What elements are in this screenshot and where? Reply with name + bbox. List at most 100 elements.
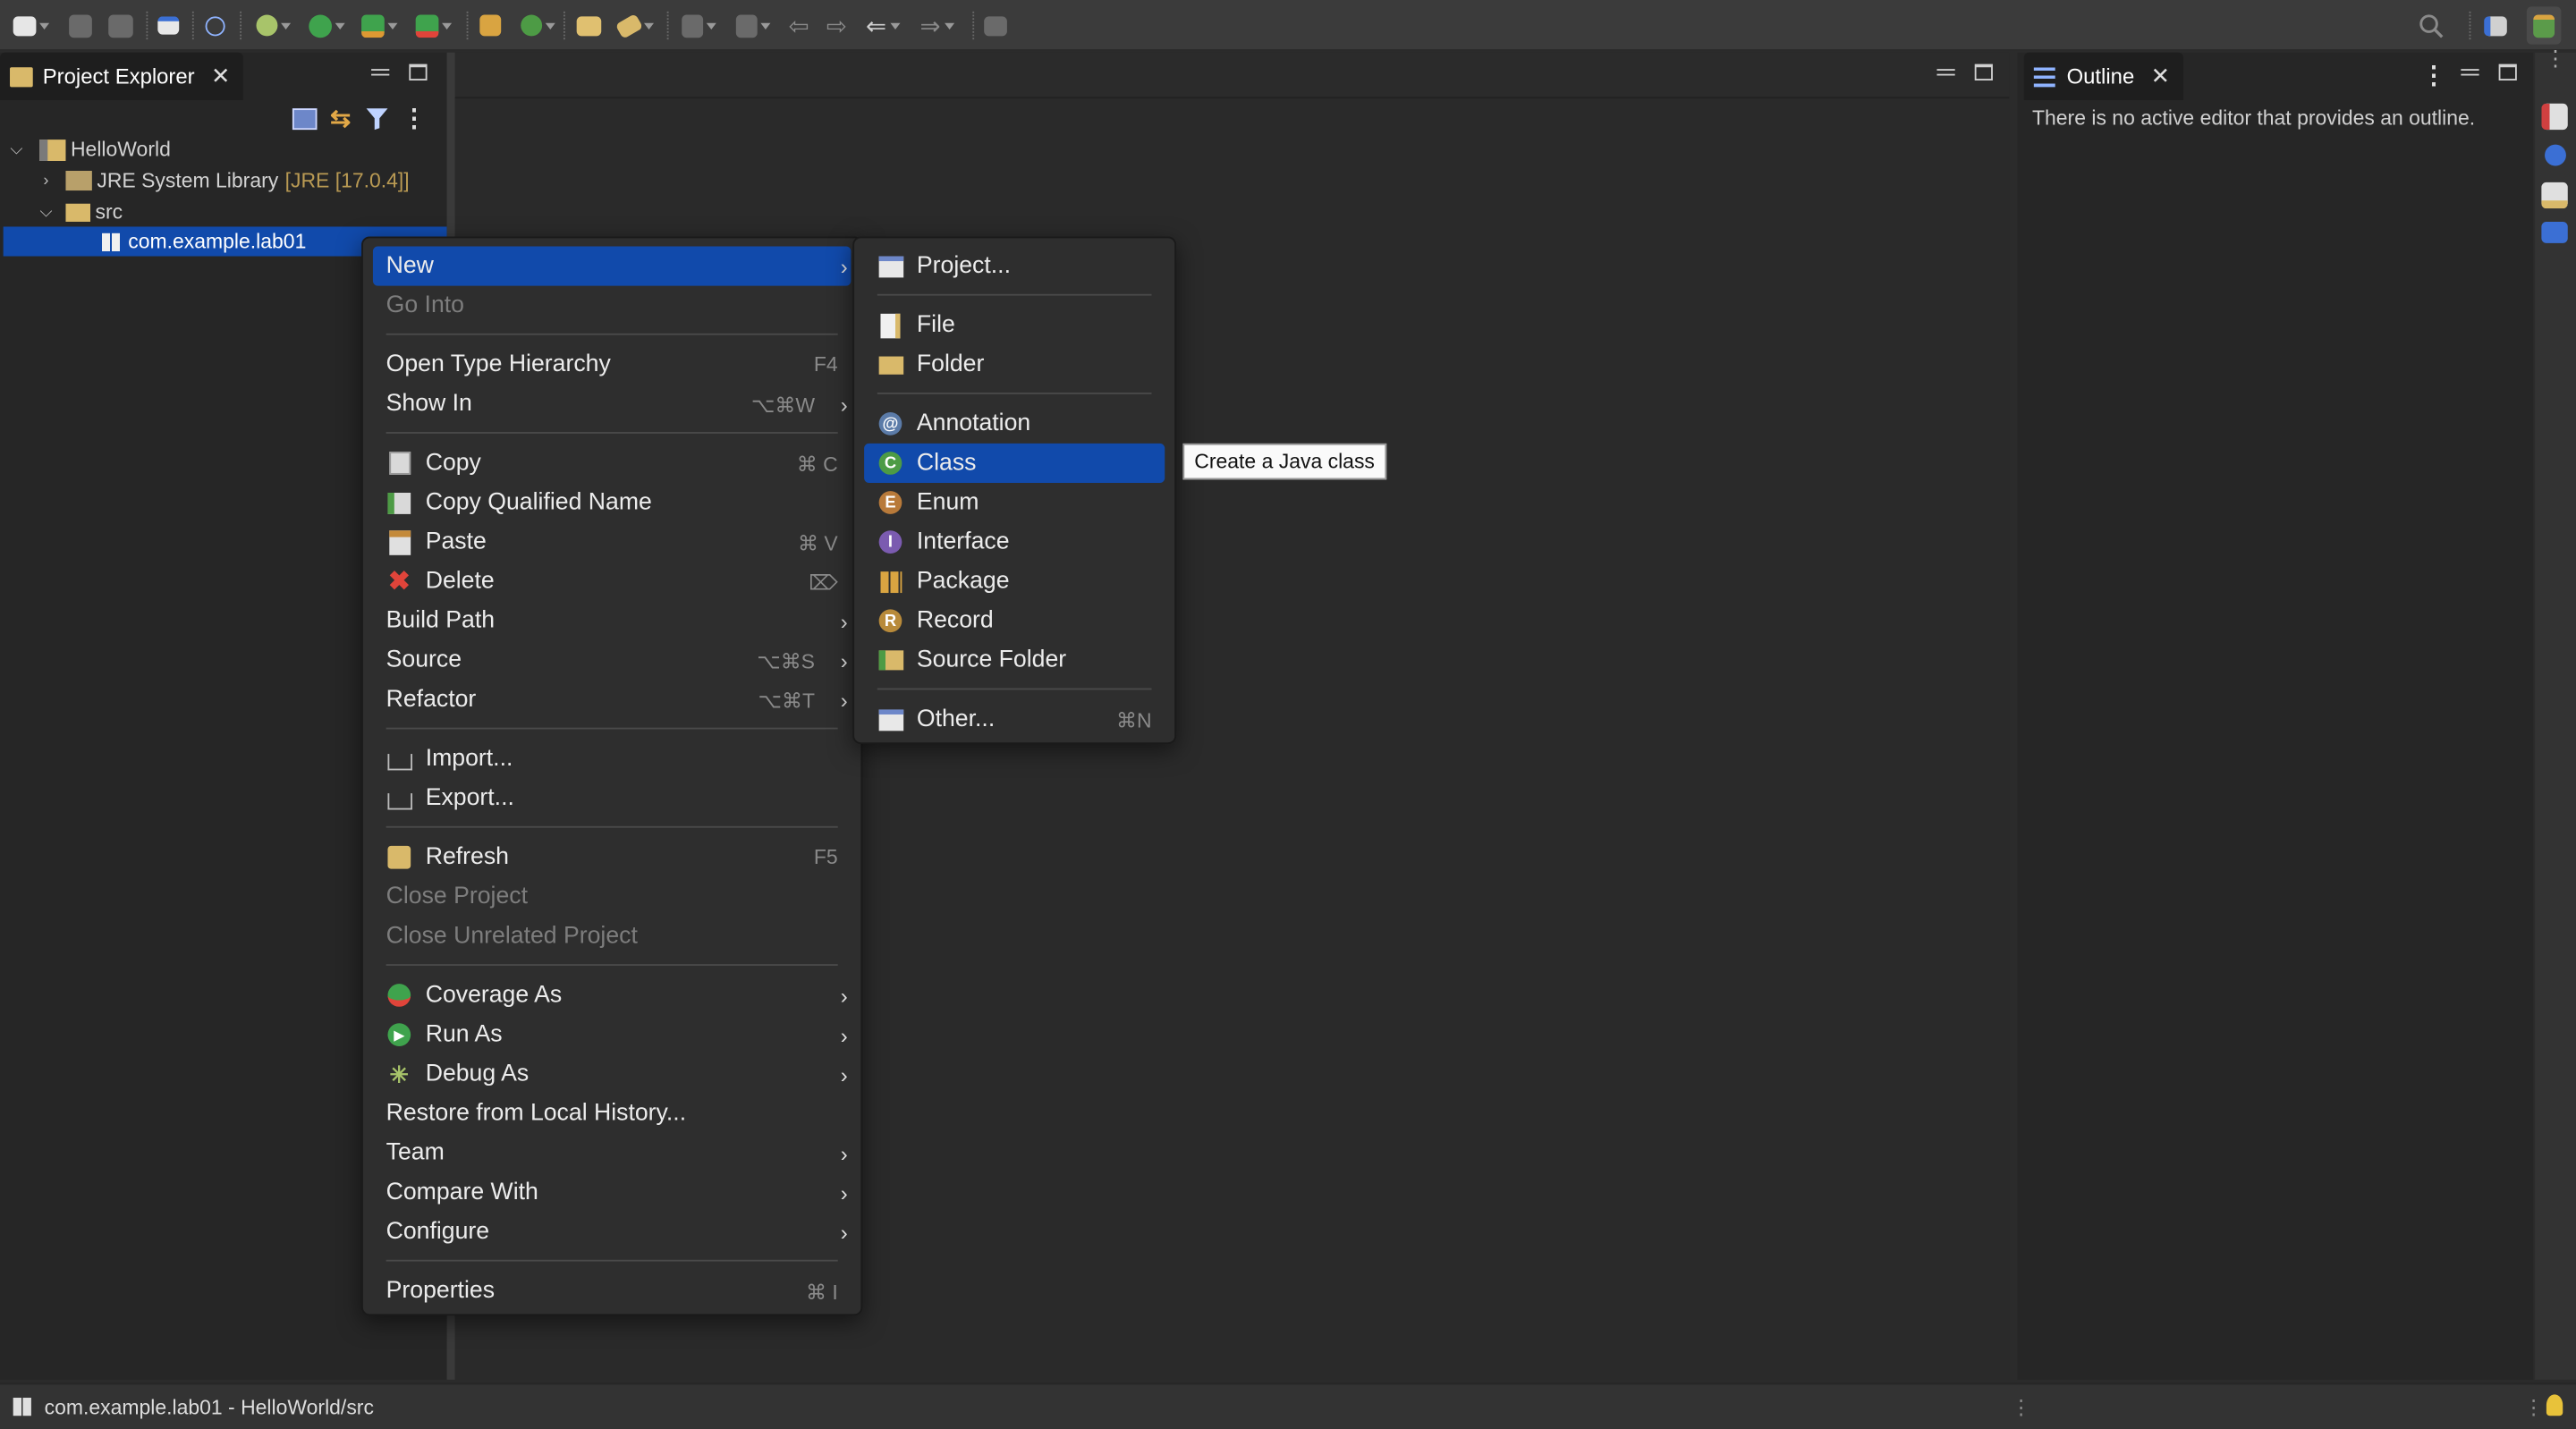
menu-item-paste[interactable]: Paste ⌘ V xyxy=(373,522,851,562)
search-icon-tool[interactable] xyxy=(614,10,655,41)
run-icon: ▶ xyxy=(386,1021,412,1047)
save-icon[interactable] xyxy=(69,10,92,41)
menu-item-compare-with[interactable]: Compare With › xyxy=(373,1172,851,1212)
menu-item-export[interactable]: Export... xyxy=(373,779,851,818)
shortcut-label: ⌘ C xyxy=(796,452,838,476)
menu-label: Coverage As xyxy=(425,982,563,1009)
export-icon xyxy=(386,785,412,811)
last-edit-icon[interactable]: ⇐ xyxy=(866,10,900,41)
maximize-icon[interactable] xyxy=(2498,63,2517,80)
tab-outline[interactable]: Outline ✕ xyxy=(2023,52,2183,101)
submenu-item-enum[interactable]: E Enum xyxy=(864,483,1165,522)
submenu-item-project[interactable]: Project... xyxy=(864,247,1165,286)
javadoc-icon[interactable] xyxy=(2545,144,2566,166)
menu-label: Source xyxy=(386,647,462,674)
new-java-package-icon[interactable] xyxy=(479,10,502,41)
minimize-icon[interactable] xyxy=(371,69,390,76)
new-java-class-icon[interactable] xyxy=(521,10,555,41)
tab-project-explorer[interactable]: Project Explorer ✕ xyxy=(0,52,244,101)
menu-item-refactor[interactable]: Refactor ⌥⌘T › xyxy=(373,680,851,719)
minimize-icon[interactable] xyxy=(2461,69,2479,76)
link-with-editor-icon[interactable]: ⇆ xyxy=(330,104,351,133)
view-menu-icon[interactable]: ⋮ xyxy=(2421,61,2446,90)
menu-label: Annotation xyxy=(916,410,1031,437)
minimize-icon[interactable] xyxy=(1936,69,1955,76)
java-perspective-icon[interactable] xyxy=(2526,6,2562,45)
search-icon[interactable] xyxy=(2419,10,2445,41)
new-wizard-icon[interactable] xyxy=(13,10,50,41)
menu-item-run-as[interactable]: ▶ Run As › xyxy=(373,1015,851,1054)
tree-item-jre-library[interactable]: › JRE System Library [JRE [17.0.4]] xyxy=(36,166,409,196)
declaration-icon[interactable] xyxy=(2541,182,2568,209)
source-folder-icon xyxy=(65,202,91,222)
collapse-all-icon[interactable] xyxy=(292,107,318,130)
menu-item-show-in[interactable]: Show In ⌥⌘W › xyxy=(373,385,851,424)
menu-item-new[interactable]: New › xyxy=(372,246,852,286)
submenu-item-source-folder[interactable]: Source Folder xyxy=(864,640,1165,680)
annotation-nav-icon[interactable] xyxy=(682,10,716,41)
submenu-item-other[interactable]: Other... ⌘N xyxy=(864,699,1165,739)
menu-item-restore-from-local-history[interactable]: Restore from Local History... xyxy=(373,1094,851,1133)
status-divider: ⋮ xyxy=(2523,1396,2545,1419)
menu-label: Paste xyxy=(425,528,487,555)
external-tools-icon[interactable] xyxy=(415,10,453,41)
submenu-item-interface[interactable]: I Interface xyxy=(864,522,1165,562)
tree-label: com.example.lab01 xyxy=(128,230,307,253)
menu-item-import[interactable]: Import... xyxy=(373,740,851,779)
submenu-item-annotation[interactable]: @ Annotation xyxy=(864,404,1165,444)
menu-item-coverage-as[interactable]: Coverage As › xyxy=(373,976,851,1015)
tree-item-src[interactable]: ⌵ src xyxy=(36,197,123,226)
menu-item-copy-qualified-name[interactable]: Copy Qualified Name xyxy=(373,483,851,522)
lightbulb-icon[interactable] xyxy=(2546,1394,2563,1416)
submenu-item-file[interactable]: File xyxy=(864,306,1165,345)
menu-label: Enum xyxy=(916,489,979,516)
forward-icon[interactable]: ⇨ xyxy=(826,10,847,41)
run-icon[interactable] xyxy=(309,10,345,41)
menu-label: Close Unrelated Project xyxy=(386,923,638,950)
menu-item-team[interactable]: Team › xyxy=(373,1133,851,1172)
close-icon[interactable]: ✕ xyxy=(2151,63,2171,90)
save-all-icon[interactable] xyxy=(108,10,133,41)
menu-label: Build Path xyxy=(386,607,496,634)
submenu-chevron-icon: › xyxy=(840,608,848,634)
skip-breakpoints-icon[interactable] xyxy=(205,10,225,41)
forward-history-icon[interactable]: ⇒ xyxy=(920,10,954,41)
menu-item-refresh[interactable]: Refresh F5 xyxy=(373,838,851,877)
open-type-icon[interactable] xyxy=(576,10,602,41)
submenu-item-folder[interactable]: Folder xyxy=(864,345,1165,385)
debug-icon[interactable] xyxy=(256,10,292,41)
window-icon[interactable] xyxy=(157,10,180,41)
refresh-icon xyxy=(386,844,412,870)
pin-editor-icon[interactable] xyxy=(984,10,1007,41)
tree-item-helloworld[interactable]: ⌵ HelloWorld xyxy=(6,135,170,165)
collapse-chevron-icon[interactable]: › xyxy=(36,172,55,190)
menu-item-build-path[interactable]: Build Path › xyxy=(373,601,851,640)
menu-item-source[interactable]: Source ⌥⌘S › xyxy=(373,640,851,680)
expand-chevron-icon[interactable]: ⌵ xyxy=(6,140,26,158)
problems-icon[interactable] xyxy=(2541,103,2568,131)
submenu-chevron-icon: › xyxy=(840,647,848,673)
menu-item-copy[interactable]: Copy ⌘ C xyxy=(373,444,851,483)
console-icon[interactable] xyxy=(2541,221,2568,243)
menu-item-properties[interactable]: Properties ⌘ I xyxy=(373,1272,851,1311)
tree-label-decoration: [JRE [17.0.4]] xyxy=(284,169,410,192)
menu-label: Refactor xyxy=(386,686,477,714)
back-icon[interactable]: ⇦ xyxy=(789,10,809,41)
expand-chevron-icon[interactable]: ⌵ xyxy=(36,203,55,221)
submenu-item-record[interactable]: R Record xyxy=(864,601,1165,640)
trim-menu-icon[interactable]: ⋮ xyxy=(2545,46,2566,72)
open-perspective-icon[interactable] xyxy=(2484,10,2507,41)
maximize-icon[interactable] xyxy=(1974,63,1993,80)
coverage-icon[interactable] xyxy=(361,10,398,41)
next-annotation-icon[interactable] xyxy=(735,10,771,41)
view-menu-icon[interactable]: ⋮ xyxy=(402,104,427,133)
close-icon[interactable]: ✕ xyxy=(211,63,231,90)
menu-item-open-type-hierarchy[interactable]: Open Type Hierarchy F4 xyxy=(373,345,851,385)
menu-item-debug-as[interactable]: ✳ Debug As › xyxy=(373,1054,851,1094)
menu-item-delete[interactable]: ✖ Delete ⌦ xyxy=(373,562,851,601)
maximize-icon[interactable] xyxy=(409,63,428,80)
submenu-item-class[interactable]: C Class xyxy=(864,443,1165,483)
submenu-item-package[interactable]: Package xyxy=(864,562,1165,601)
filter-icon[interactable] xyxy=(364,106,389,131)
menu-item-configure[interactable]: Configure › xyxy=(373,1212,851,1251)
